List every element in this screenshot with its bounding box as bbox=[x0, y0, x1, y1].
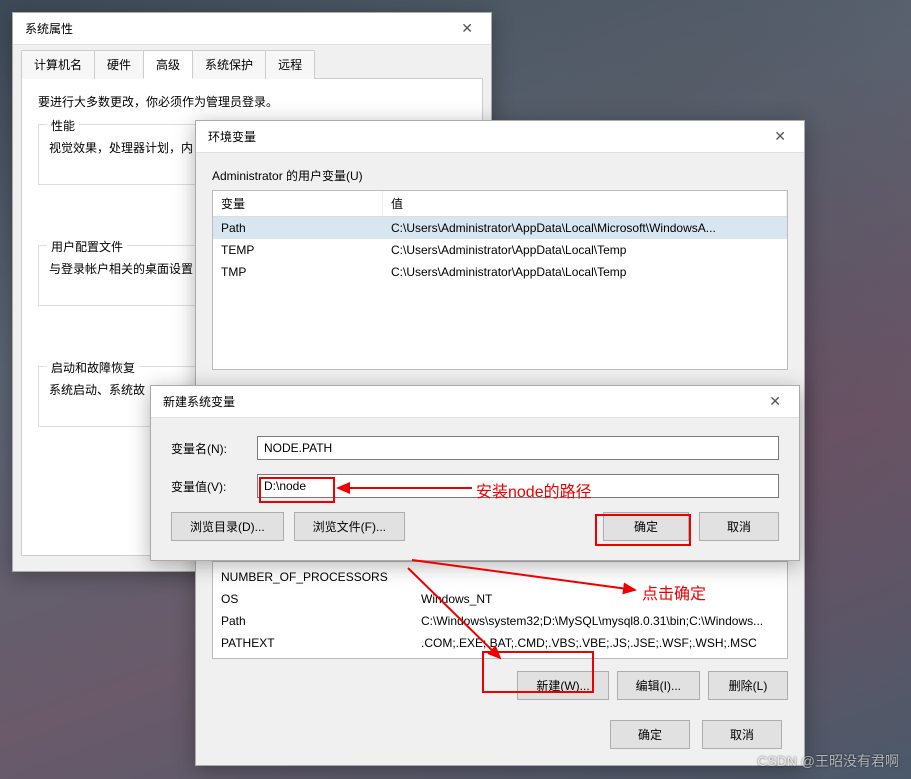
admin-notice: 要进行大多数更改，你必须作为管理员登录。 bbox=[38, 93, 466, 110]
env-ok-button[interactable]: 确定 bbox=[610, 720, 690, 749]
browse-file-button[interactable]: 浏览文件(F)... bbox=[294, 512, 405, 541]
cell-variable: TMP bbox=[213, 264, 383, 280]
cell-variable: Path bbox=[213, 613, 413, 629]
newvar-cancel-button[interactable]: 取消 bbox=[699, 512, 779, 541]
new-system-variable-dialog: 新建系统变量 ✕ 变量名(N): 变量值(V): 浏览目录(D)... 浏览文件… bbox=[150, 385, 800, 561]
cell-variable: NUMBER_OF_PROCESSORS bbox=[213, 569, 413, 585]
table-row[interactable]: PathC:\Users\Administrator\AppData\Local… bbox=[213, 217, 787, 239]
close-icon[interactable]: ✕ bbox=[451, 16, 483, 41]
user-variables-label: Administrator 的用户变量(U) bbox=[212, 167, 788, 184]
group-boot-title: 启动和故障恢复 bbox=[47, 359, 139, 376]
group-userprofile-title: 用户配置文件 bbox=[47, 238, 127, 255]
close-icon[interactable]: ✕ bbox=[764, 124, 796, 149]
cell-value: C:\Windows\system32;D:\MySQL\mysql8.0.31… bbox=[413, 613, 787, 629]
env-title: 环境变量 bbox=[208, 128, 256, 145]
table-row[interactable]: OSWindows_NT bbox=[213, 588, 787, 610]
group-performance-title: 性能 bbox=[47, 117, 79, 134]
cell-value: C:\Users\Administrator\AppData\Local\Tem… bbox=[383, 242, 787, 258]
tab-系统保护[interactable]: 系统保护 bbox=[192, 50, 266, 79]
table-row[interactable]: PATHEXT.COM;.EXE;.BAT;.CMD;.VBS;.VBE;.JS… bbox=[213, 632, 787, 654]
watermark-text: CSDN @王昭没有君啊 bbox=[757, 751, 899, 771]
cell-value: .COM;.EXE;.BAT;.CMD;.VBS;.VBE;.JS;.JSE;.… bbox=[413, 635, 787, 651]
cell-value: C:\Users\Administrator\AppData\Local\Tem… bbox=[383, 264, 787, 280]
newvar-titlebar[interactable]: 新建系统变量 ✕ bbox=[151, 386, 799, 418]
tab-计算机名[interactable]: 计算机名 bbox=[21, 50, 95, 79]
variable-value-input[interactable] bbox=[257, 474, 779, 498]
table-row[interactable]: TEMPC:\Users\Administrator\AppData\Local… bbox=[213, 239, 787, 261]
close-icon[interactable]: ✕ bbox=[759, 389, 791, 414]
tab-硬件[interactable]: 硬件 bbox=[94, 50, 144, 79]
col-value[interactable]: 值 bbox=[383, 191, 787, 216]
env-cancel-button[interactable]: 取消 bbox=[702, 720, 782, 749]
delete-sysvar-button[interactable]: 删除(L) bbox=[708, 671, 788, 700]
user-variables-section: Administrator 的用户变量(U) 变量 值 PathC:\Users… bbox=[212, 167, 788, 370]
cell-variable: Path bbox=[213, 220, 383, 236]
new-sysvar-button[interactable]: 新建(W)... bbox=[517, 671, 608, 700]
cell-value: Windows_NT bbox=[413, 591, 787, 607]
cell-variable: TEMP bbox=[213, 242, 383, 258]
sysprop-titlebar[interactable]: 系统属性 ✕ bbox=[13, 13, 491, 45]
env-titlebar[interactable]: 环境变量 ✕ bbox=[196, 121, 804, 153]
sysprop-tabs: 计算机名硬件高级系统保护远程 bbox=[21, 49, 483, 78]
env-dialog-buttons: 确定 取消 bbox=[610, 720, 782, 749]
table-row[interactable]: TMPC:\Users\Administrator\AppData\Local\… bbox=[213, 261, 787, 283]
cell-variable: PATHEXT bbox=[213, 635, 413, 651]
table-header: 变量 值 bbox=[213, 191, 787, 217]
browse-directory-button[interactable]: 浏览目录(D)... bbox=[171, 512, 284, 541]
newvar-title: 新建系统变量 bbox=[163, 393, 235, 410]
variable-name-label: 变量名(N): bbox=[171, 440, 257, 457]
tab-高级[interactable]: 高级 bbox=[143, 50, 193, 79]
table-row[interactable]: PathC:\Windows\system32;D:\MySQL\mysql8.… bbox=[213, 610, 787, 632]
cell-variable: OS bbox=[213, 591, 413, 607]
newvar-ok-button[interactable]: 确定 bbox=[603, 512, 689, 541]
cell-value: C:\Users\Administrator\AppData\Local\Mic… bbox=[383, 220, 787, 236]
tab-远程[interactable]: 远程 bbox=[265, 50, 315, 79]
cell-value bbox=[413, 569, 787, 585]
table-row[interactable]: NUMBER_OF_PROCESSORS bbox=[213, 566, 787, 588]
variable-name-input[interactable] bbox=[257, 436, 779, 460]
edit-sysvar-button[interactable]: 编辑(I)... bbox=[617, 671, 700, 700]
sysprop-title: 系统属性 bbox=[25, 20, 73, 37]
user-variables-table[interactable]: 变量 值 PathC:\Users\Administrator\AppData\… bbox=[212, 190, 788, 370]
col-variable[interactable]: 变量 bbox=[213, 191, 383, 216]
variable-value-label: 变量值(V): bbox=[171, 478, 257, 495]
